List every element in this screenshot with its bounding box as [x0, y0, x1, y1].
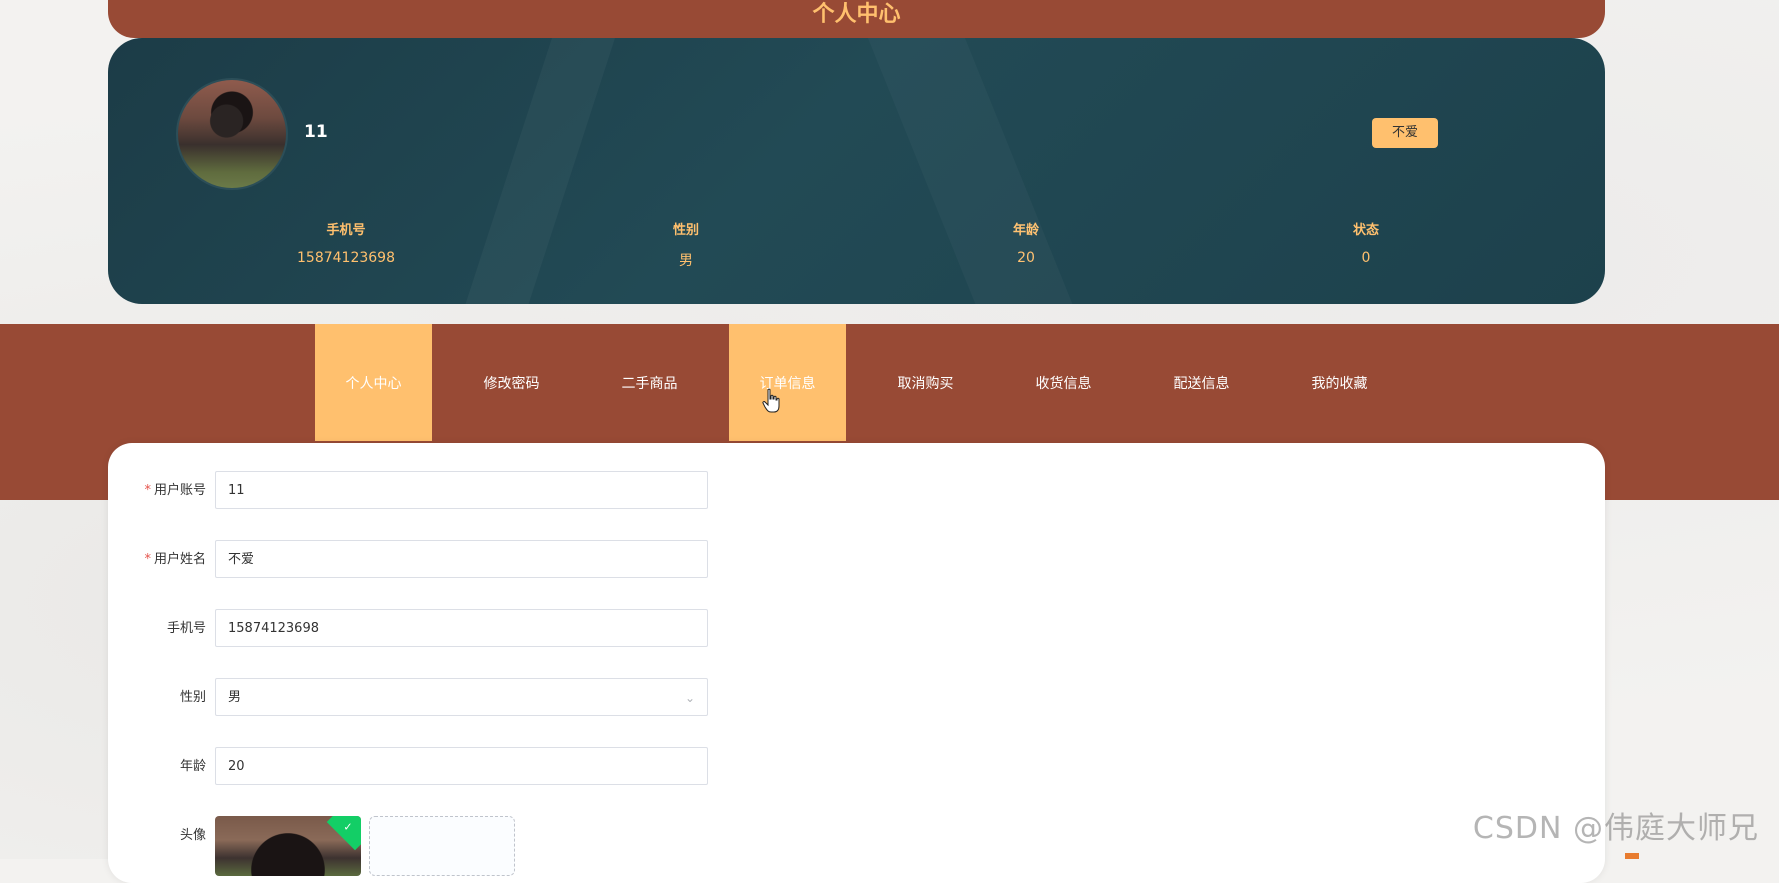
- chevron-down-icon: ⌄: [684, 691, 695, 705]
- watermark: CSDN @伟庭大师兄: [1472, 811, 1759, 846]
- form-row-age: 年龄 20: [108, 747, 1605, 787]
- stat-age: 年龄 20: [926, 219, 1126, 266]
- stat-value: 0: [1361, 250, 1371, 266]
- account-input[interactable]: 11: [215, 471, 708, 509]
- form-row-gender: 性别 男 ⌄: [108, 678, 1605, 718]
- page-title: 个人中心: [812, 2, 901, 27]
- stat-label: 年龄: [1012, 223, 1039, 238]
- avatar-upload-thumbnail[interactable]: ✓: [215, 816, 361, 876]
- profile-form: * 用户账号 11 * 用户姓名 不爱 手机号 15874123698 性别 男 ⌄…: [108, 443, 1605, 883]
- form-row-phone: 手机号 15874123698: [108, 609, 1605, 649]
- phone-label: 手机号: [166, 621, 206, 636]
- gender-label: 性别: [179, 690, 206, 705]
- required-mark: *: [144, 552, 151, 567]
- age-label: 年龄: [179, 759, 206, 774]
- account-label: * 用户账号: [108, 471, 206, 511]
- stat-label: 手机号: [326, 223, 366, 238]
- tab-change-password[interactable]: 修改密码: [453, 324, 570, 441]
- account-label-text: 用户账号: [153, 483, 206, 498]
- stat-value: 15874123698: [297, 250, 395, 266]
- stat-phone: 手机号 15874123698: [246, 219, 446, 266]
- page-header: 个人中心: [108, 0, 1605, 38]
- avatar: [176, 78, 288, 190]
- avatar-upload-button[interactable]: [369, 816, 515, 876]
- stat-label: 性别: [672, 223, 699, 238]
- gender-select[interactable]: 男 ⌄: [215, 678, 708, 716]
- tab-cancel-purchase[interactable]: 取消购买: [867, 324, 984, 441]
- name-label: * 用户姓名: [108, 540, 206, 580]
- tab-orders[interactable]: 订单信息: [729, 324, 846, 441]
- profile-username: 11: [304, 122, 328, 142]
- stat-label: 状态: [1352, 223, 1379, 238]
- profile-card: 11 不爱 手机号 15874123698 性别 男 年龄 20 状态 0: [108, 38, 1605, 304]
- name-badge[interactable]: 不爱: [1372, 118, 1438, 148]
- check-icon: ✓: [343, 820, 353, 834]
- tab-delivery-info[interactable]: 配送信息: [1143, 324, 1260, 441]
- tab-profile[interactable]: 个人中心: [315, 324, 432, 441]
- form-row-avatar: 头像 ✓: [108, 816, 1605, 876]
- name-label-text: 用户姓名: [153, 552, 206, 567]
- tab-favorites[interactable]: 我的收藏: [1281, 324, 1398, 441]
- hand-cursor-icon: [762, 388, 780, 413]
- stat-value: 男: [679, 253, 693, 269]
- avatar-label: 头像: [179, 828, 206, 843]
- name-input[interactable]: 不爱: [215, 540, 708, 578]
- stat-gender: 性别 男: [586, 219, 786, 270]
- form-row-account: * 用户账号 11: [108, 471, 1605, 511]
- form-row-name: * 用户姓名 不爱: [108, 540, 1605, 580]
- stat-status: 状态 0: [1266, 219, 1466, 266]
- upload-success-badge: ✓: [326, 816, 361, 851]
- tab-receiving-info[interactable]: 收货信息: [1005, 324, 1122, 441]
- nav-tabs: 个人中心 修改密码 二手商品 订单信息 取消购买 收货信息 配送信息 我的收藏: [315, 324, 1419, 441]
- gender-selected-value: 男: [228, 690, 242, 705]
- tab-used-goods[interactable]: 二手商品: [591, 324, 708, 441]
- corner-decoration: [1625, 853, 1639, 859]
- stat-value: 20: [1017, 250, 1035, 266]
- phone-input[interactable]: 15874123698: [215, 609, 708, 647]
- required-mark: *: [144, 483, 151, 498]
- age-input[interactable]: 20: [215, 747, 708, 785]
